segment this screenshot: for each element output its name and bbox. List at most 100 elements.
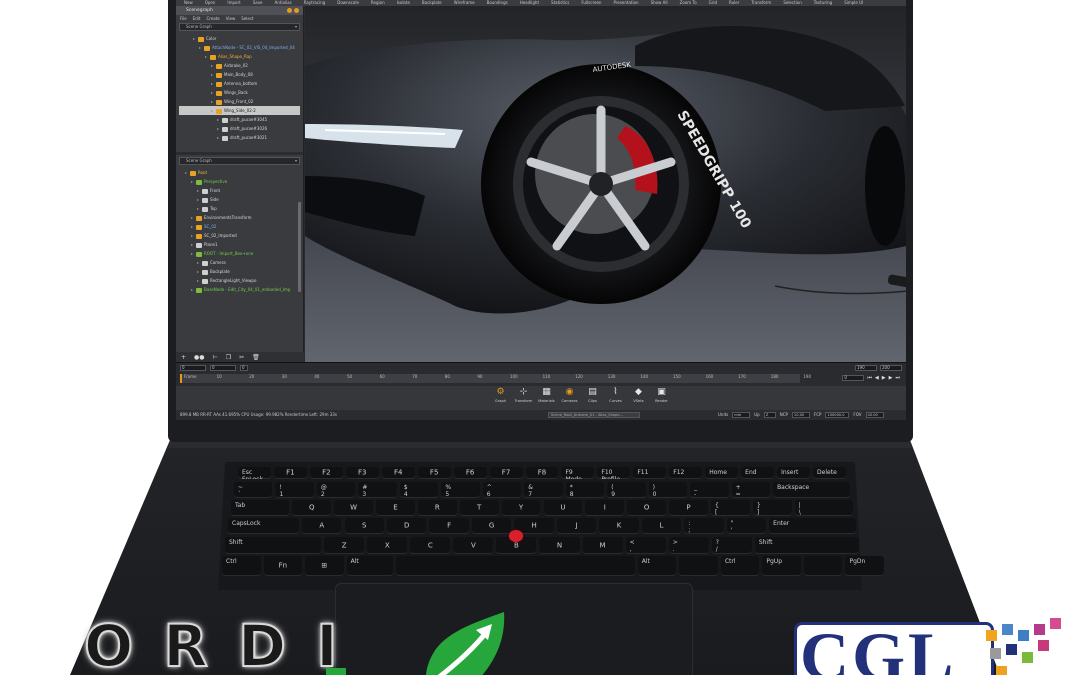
- key[interactable]: F12: [669, 467, 703, 479]
- key[interactable]: Backspace: [773, 482, 850, 498]
- key[interactable]: I: [585, 500, 625, 516]
- key[interactable]: " ': [726, 518, 767, 534]
- key[interactable]: : ;: [684, 518, 724, 534]
- key[interactable]: PgDn: [845, 556, 884, 576]
- key[interactable]: Esc FnLock: [238, 467, 271, 479]
- key[interactable]: F: [429, 518, 469, 534]
- key[interactable]: Enter: [769, 518, 856, 534]
- keyboard: Esc FnLock F1 F2 F3 F4 F5 F6 F7 F8 F9 Mode F10 Pro…: [0, 0, 1080, 675]
- key[interactable]: ! 1: [275, 482, 314, 498]
- key[interactable]: Shift: [754, 537, 859, 554]
- key[interactable]: % 5: [441, 482, 480, 498]
- key[interactable]: X: [367, 537, 408, 554]
- key-label: F2: [322, 468, 331, 477]
- key[interactable]: E: [376, 500, 415, 516]
- key[interactable]: @ 2: [316, 482, 356, 498]
- key[interactable]: V: [453, 537, 494, 554]
- key[interactable]: F9 Mode: [561, 467, 595, 479]
- key[interactable]: T: [459, 500, 499, 516]
- key[interactable]: Fn: [263, 556, 303, 576]
- key[interactable]: K: [599, 518, 639, 534]
- key[interactable]: Ctrl: [720, 556, 760, 576]
- key[interactable]: R: [417, 500, 457, 516]
- key[interactable]: P: [669, 500, 708, 516]
- key[interactable]: ) 0: [648, 482, 688, 498]
- key-label: F4: [393, 468, 403, 477]
- key[interactable]: Q: [292, 500, 332, 516]
- key[interactable]: ( 9: [607, 482, 646, 498]
- key[interactable]: Home: [705, 467, 739, 479]
- key[interactable]: F10 Profile: [597, 467, 631, 479]
- key[interactable]: ^ 6: [482, 482, 522, 498]
- key[interactable]: $ 4: [399, 482, 439, 498]
- key[interactable]: F8: [525, 467, 559, 479]
- key[interactable]: ~ `: [234, 482, 273, 498]
- cgl-text: CGL: [800, 618, 957, 675]
- key[interactable]: F4: [381, 467, 415, 479]
- key[interactable]: F3: [345, 467, 379, 479]
- key-label: F7: [501, 468, 511, 477]
- key[interactable]: { [: [710, 500, 750, 516]
- key[interactable]: Insert: [777, 467, 811, 479]
- key-label: N: [556, 541, 563, 549]
- key[interactable]: > .: [668, 537, 709, 554]
- key-label: * 8: [569, 484, 574, 498]
- key[interactable]: G: [471, 518, 512, 534]
- key-label: F1: [286, 468, 295, 477]
- key[interactable]: M: [582, 537, 623, 554]
- key-label: ~ `: [238, 484, 244, 498]
- key-label: ! 1: [279, 484, 284, 498]
- key[interactable]: S: [344, 518, 384, 534]
- key[interactable]: PgUp: [762, 556, 801, 576]
- key[interactable]: * 8: [565, 482, 605, 498]
- key-label: Alt: [350, 558, 359, 565]
- key[interactable]: & 7: [524, 482, 563, 498]
- key[interactable]: F2: [309, 467, 343, 479]
- key[interactable]: N: [539, 537, 580, 554]
- key[interactable]: F1: [273, 467, 307, 479]
- key[interactable]: Delete: [813, 467, 846, 479]
- key[interactable]: Alt: [637, 556, 677, 576]
- key-label: Tab: [235, 502, 246, 509]
- key[interactable]: # 3: [358, 482, 397, 498]
- key[interactable]: + =: [731, 482, 771, 498]
- key[interactable]: F7: [489, 467, 523, 479]
- key[interactable]: [395, 556, 635, 576]
- key[interactable]: Tab: [231, 500, 290, 516]
- key[interactable]: F5: [417, 467, 451, 479]
- key[interactable]: Alt: [346, 556, 393, 576]
- key[interactable]: < ,: [625, 537, 666, 554]
- key[interactable]: [803, 556, 843, 576]
- key[interactable]: Shift: [225, 537, 322, 554]
- key-label: PgDn: [849, 558, 866, 565]
- key-label: W: [350, 503, 358, 512]
- key[interactable]: U: [543, 500, 583, 516]
- trackpoint[interactable]: [509, 530, 523, 542]
- key[interactable]: O: [627, 500, 667, 516]
- key[interactable]: End: [741, 467, 775, 479]
- key-label: F10 Profile: [601, 469, 620, 479]
- key[interactable]: D: [386, 518, 427, 534]
- key[interactable]: [679, 556, 718, 576]
- key[interactable]: | \: [794, 500, 853, 516]
- key[interactable]: ⊞: [305, 556, 344, 576]
- key-label: Z: [341, 541, 347, 549]
- key[interactable]: C: [410, 537, 451, 554]
- logo-pixel: [1038, 640, 1049, 651]
- key-label: H: [531, 521, 537, 530]
- key[interactable]: F11: [633, 467, 667, 479]
- key[interactable]: CapsLock: [228, 518, 300, 534]
- key[interactable]: L: [641, 518, 682, 534]
- key[interactable]: ? /: [711, 537, 752, 554]
- key[interactable]: F6: [453, 467, 487, 479]
- key[interactable]: Z: [324, 537, 365, 554]
- key[interactable]: W: [334, 500, 374, 516]
- cgl-logo: CGL: [790, 618, 1080, 675]
- key[interactable]: Y: [501, 500, 541, 516]
- key[interactable]: A: [302, 518, 342, 534]
- key[interactable]: } ]: [752, 500, 792, 516]
- key-label: Ctrl: [724, 558, 736, 565]
- key[interactable]: Ctrl: [222, 556, 261, 576]
- key[interactable]: J: [556, 518, 597, 534]
- key[interactable]: _ -: [690, 482, 729, 498]
